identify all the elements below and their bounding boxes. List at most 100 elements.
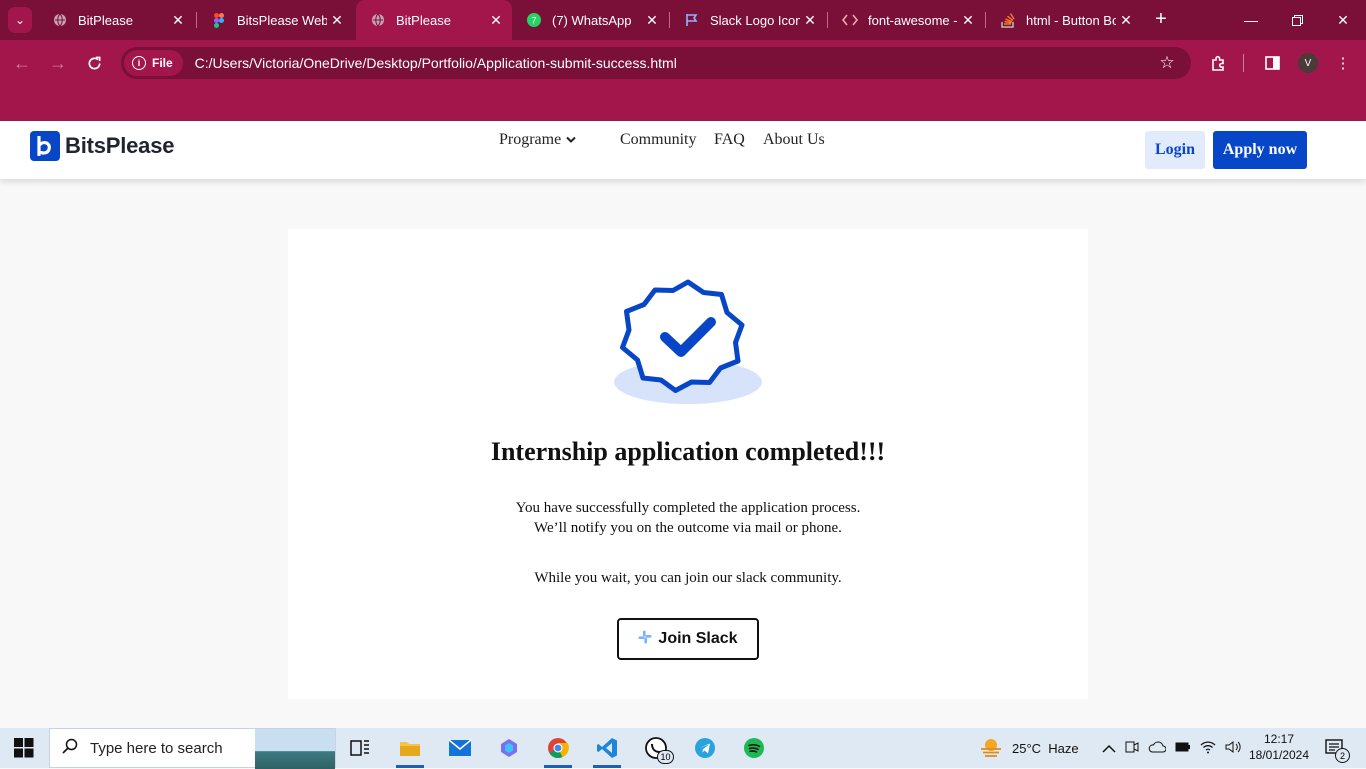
- wifi-icon[interactable]: [1200, 740, 1216, 757]
- code-icon: [842, 12, 858, 28]
- stackoverflow-icon: [1000, 12, 1016, 28]
- taskbar-search-box[interactable]: Type here to search: [49, 728, 336, 769]
- notifications-badge: 2: [1335, 748, 1350, 763]
- reload-icon[interactable]: [80, 49, 108, 77]
- copilot-icon[interactable]: [489, 732, 529, 764]
- close-tab-icon[interactable]: ✕: [327, 12, 347, 29]
- success-card: Internship application completed!!! You …: [288, 229, 1088, 699]
- tab-font-awesome[interactable]: font-awesome - ✕: [828, 0, 984, 40]
- spotify-icon[interactable]: [734, 732, 774, 764]
- meet-now-icon[interactable]: [1125, 740, 1139, 757]
- close-window-icon[interactable]: ✕: [1320, 0, 1366, 40]
- join-slack-button[interactable]: Join Slack: [617, 618, 759, 660]
- tab-slack-logo[interactable]: Slack Logo Icon ✕: [670, 0, 826, 40]
- windows-start-icon[interactable]: [14, 738, 34, 763]
- nav-community[interactable]: Community: [620, 131, 696, 149]
- clock-time: 12:17: [1263, 732, 1295, 746]
- close-tab-icon[interactable]: ✕: [642, 12, 662, 29]
- tab-stackoverflow[interactable]: html - Button Bo ✕: [986, 0, 1142, 40]
- tab-title: BitPlease: [78, 12, 133, 28]
- chrome-icon[interactable]: [538, 732, 578, 768]
- bookmark-star-icon[interactable]: ☆: [1153, 53, 1181, 73]
- search-icon: [62, 738, 78, 759]
- verified-badge-icon: [613, 279, 763, 410]
- chevron-up-icon[interactable]: [1102, 741, 1116, 756]
- tab-title: BitPlease: [396, 12, 451, 28]
- restore-icon[interactable]: [1274, 0, 1320, 40]
- forward-arrow-icon[interactable]: →: [44, 49, 72, 77]
- globe-icon: [370, 12, 386, 28]
- onedrive-sync-icon[interactable]: [1148, 740, 1167, 757]
- close-tab-icon[interactable]: ✕: [958, 12, 978, 29]
- close-tab-icon[interactable]: ✕: [1116, 12, 1136, 29]
- close-tab-icon[interactable]: ✕: [486, 12, 506, 29]
- success-message-line-2: We’ll notify you on the outcome via mail…: [534, 520, 842, 536]
- minimize-icon[interactable]: —: [1228, 0, 1274, 40]
- tab-title: html - Button Bo: [1026, 12, 1116, 28]
- telegram-icon[interactable]: [685, 732, 725, 764]
- success-heading: Internship application completed!!!: [490, 437, 886, 466]
- back-arrow-icon[interactable]: ←: [8, 49, 36, 77]
- tab-strip: ⌄ BitPlease ✕ BitsPlease Web A ✕ BitPlea…: [0, 0, 1366, 40]
- svg-text:7: 7: [531, 16, 536, 26]
- figma-icon: [211, 12, 227, 28]
- tab-title: BitsPlease Web A: [237, 12, 327, 28]
- taskbar-clock[interactable]: 12:17 18/01/2024: [1244, 731, 1314, 763]
- system-tray: [1102, 728, 1243, 768]
- tab-title: Slack Logo Icon: [710, 12, 800, 28]
- weather-text: 25°C Haze: [1012, 740, 1079, 756]
- chip-label: File: [152, 56, 173, 70]
- slack-invite-text: While you wait, you can join our slack c…: [534, 570, 842, 586]
- success-message-line-1: You have successfully completed the appl…: [515, 500, 861, 516]
- nav-programe-dropdown[interactable]: Programe: [499, 131, 576, 149]
- site-info-chip[interactable]: i File: [124, 50, 183, 76]
- address-bar[interactable]: i File C:/Users/Victoria/OneDrive/Deskto…: [121, 47, 1191, 79]
- task-view-icon[interactable]: [340, 732, 380, 764]
- browser-window-frame: ⌄ BitPlease ✕ BitsPlease Web A ✕ BitPlea…: [0, 0, 1366, 121]
- slack-icon: [638, 630, 652, 649]
- search-placeholder: Type here to search: [90, 739, 223, 757]
- whatsapp-taskbar-icon[interactable]: 10: [636, 732, 676, 764]
- tab-title: (7) WhatsApp: [552, 12, 632, 28]
- url-text[interactable]: C:/Users/Victoria/OneDrive/Desktop/Portf…: [195, 55, 1153, 71]
- volume-icon[interactable]: [1225, 740, 1243, 757]
- close-tab-icon[interactable]: ✕: [800, 12, 820, 29]
- battery-icon[interactable]: [1175, 741, 1191, 756]
- join-slack-label: Join Slack: [658, 630, 738, 647]
- extensions-puzzle-icon[interactable]: [1204, 49, 1232, 77]
- apply-now-button[interactable]: Apply now: [1213, 131, 1307, 169]
- kebab-menu-icon[interactable]: ⋮: [1329, 49, 1357, 77]
- profile-avatar[interactable]: V: [1298, 53, 1318, 73]
- toolbar-divider: [1243, 54, 1244, 72]
- mail-icon[interactable]: [440, 732, 480, 764]
- new-tab-plus-icon[interactable]: +: [1150, 8, 1172, 32]
- flag-icon: [684, 12, 700, 28]
- chevron-down-icon: ⌄: [14, 13, 26, 27]
- globe-icon: [52, 12, 68, 28]
- tab-title: font-awesome -: [868, 12, 958, 28]
- tab-bitplease-1[interactable]: BitPlease ✕: [38, 0, 194, 40]
- brand-logo-mark-icon: [30, 131, 60, 161]
- nav-about-us[interactable]: About Us: [763, 131, 825, 149]
- tab-figma[interactable]: BitsPlease Web A ✕: [197, 0, 353, 40]
- nav-faq[interactable]: FAQ: [714, 131, 745, 149]
- brand-name: BitsPlease: [65, 133, 175, 158]
- nav-programe-label: Programe: [499, 131, 562, 148]
- tab-whatsapp[interactable]: 7 (7) WhatsApp ✕: [512, 0, 668, 40]
- chevron-down-icon: [566, 131, 576, 149]
- info-icon: i: [132, 56, 146, 70]
- tab-bitplease-active[interactable]: BitPlease ✕: [356, 0, 512, 40]
- file-explorer-icon[interactable]: [390, 732, 430, 768]
- site-header: BitsPlease Programe Community FAQ About …: [0, 121, 1366, 179]
- tab-search-button[interactable]: ⌄: [8, 7, 32, 33]
- windows-taskbar: Type here to search 10 25°C Haze 12:17 1…: [0, 728, 1366, 769]
- side-panel-icon[interactable]: [1258, 49, 1286, 77]
- brand-logo[interactable]: BitsPlease: [30, 131, 174, 161]
- whatsapp-unread-badge: 10: [657, 750, 674, 764]
- vscode-icon[interactable]: [587, 732, 627, 768]
- login-button[interactable]: Login: [1145, 131, 1205, 169]
- whatsapp-icon: 7: [526, 12, 542, 28]
- weather-widget[interactable]: 25°C Haze: [980, 728, 1079, 768]
- notifications-icon[interactable]: 2: [1315, 732, 1355, 764]
- close-tab-icon[interactable]: ✕: [168, 12, 188, 29]
